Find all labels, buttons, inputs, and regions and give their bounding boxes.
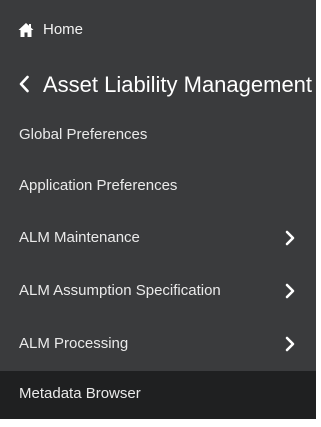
navigation-drawer: Home Asset Liability Management Global P… [0, 0, 316, 427]
menu-item-label: Application Preferences [19, 177, 178, 194]
menu-item-label: ALM Processing [19, 335, 129, 352]
home-icon [18, 22, 34, 38]
menu-item-alm-maintenance[interactable]: ALM Maintenance [0, 215, 316, 263]
chevron-right-icon [285, 230, 295, 246]
chevron-left-icon [19, 74, 29, 94]
menu-item-global-preferences[interactable]: Global Preferences [0, 112, 316, 160]
module-back-button[interactable]: Asset Liability Management [0, 62, 316, 112]
menu-item-label: Metadata Browser [19, 385, 141, 402]
chevron-right-icon [285, 336, 295, 352]
page-background-edge [0, 419, 316, 427]
home-link[interactable]: Home [0, 0, 316, 58]
menu-item-alm-processing[interactable]: ALM Processing [0, 321, 316, 369]
menu-item-metadata-browser[interactable]: Metadata Browser [0, 371, 316, 419]
menu-item-label: ALM Assumption Specification [19, 282, 221, 299]
menu-item-alm-assumption-specification[interactable]: ALM Assumption Specification [0, 268, 316, 316]
menu-item-label: ALM Maintenance [19, 229, 140, 246]
menu-item-application-preferences[interactable]: Application Preferences [0, 163, 316, 211]
menu-item-label: Global Preferences [19, 126, 148, 143]
home-label: Home [43, 21, 84, 38]
module-title: Asset Liability Management [43, 72, 313, 97]
chevron-right-icon [285, 283, 295, 299]
